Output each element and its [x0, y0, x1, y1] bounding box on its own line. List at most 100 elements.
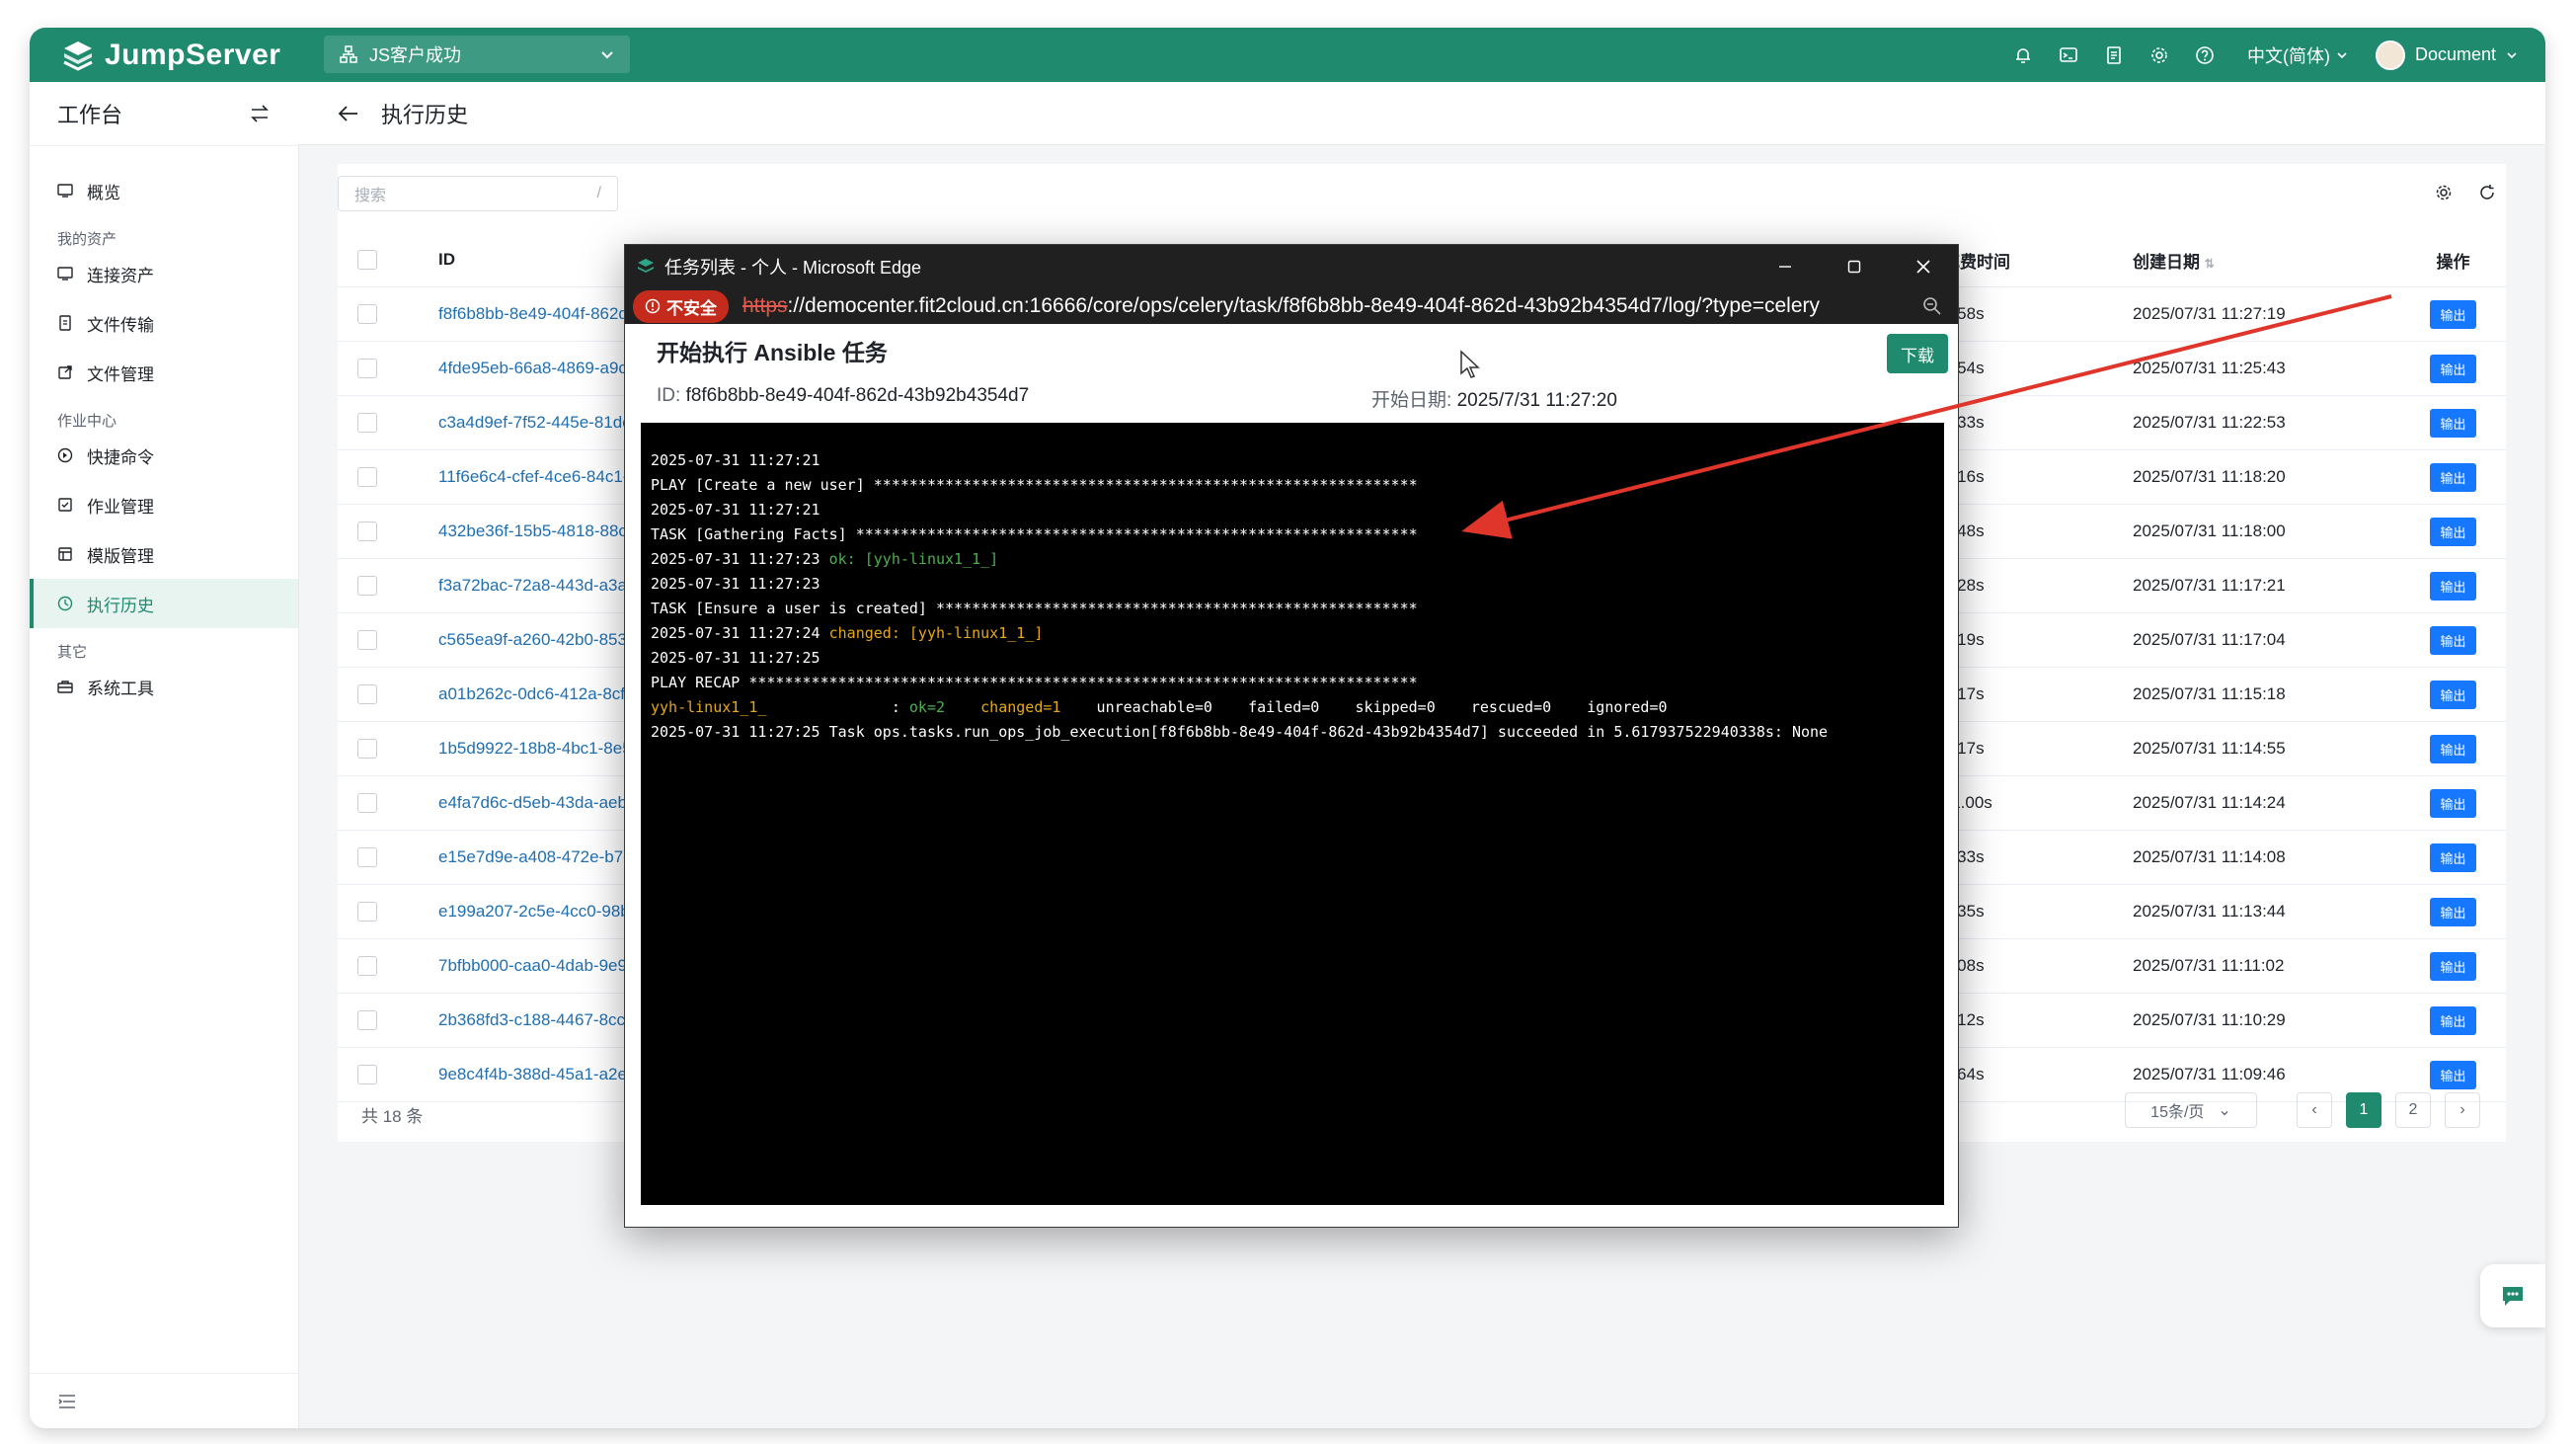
refresh-icon[interactable]: [2478, 184, 2496, 201]
row-id-link[interactable]: e4fa7d6c-d5eb-43da-aeba: [438, 793, 636, 812]
user-menu[interactable]: Document: [2375, 40, 2518, 70]
row-id-link[interactable]: e15e7d9e-a408-472e-b7e4: [438, 847, 642, 866]
sidebar-item-connect-assets[interactable]: 连接资产: [30, 249, 298, 298]
sidebar-item-template-manage[interactable]: 模版管理: [30, 529, 298, 579]
row-checkbox[interactable]: [357, 902, 377, 923]
row-checkbox[interactable]: [357, 684, 377, 705]
row-id-link[interactable]: a01b262c-0dc6-412a-8cfb: [438, 684, 634, 703]
row-id-link[interactable]: f3a72bac-72a8-443d-a3a1: [438, 576, 636, 595]
row-id-link[interactable]: 4fde95eb-66a8-4869-a9c7: [438, 359, 636, 377]
sidebar-item-file-transfer[interactable]: 文件传输: [30, 298, 298, 348]
help-icon[interactable]: [2194, 44, 2216, 66]
maximize-icon[interactable]: [1820, 245, 1889, 288]
row-created: 2025/07/31 11:11:02: [2132, 938, 2400, 994]
row-checkbox[interactable]: [357, 956, 377, 977]
next-page-button[interactable]: ›: [2445, 1092, 2480, 1128]
sidebar-item-label: 作业管理: [87, 497, 154, 517]
output-button[interactable]: 输出: [2430, 680, 2476, 709]
settings-icon[interactable]: [2435, 184, 2453, 201]
row-checkbox[interactable]: [357, 1065, 377, 1085]
collapse-menu-icon[interactable]: [57, 1392, 77, 1411]
row-checkbox[interactable]: [357, 521, 377, 542]
row-id-link[interactable]: f8f6b8bb-8e49-404f-862d: [438, 304, 628, 323]
sidebar-item-overview[interactable]: 概览: [30, 166, 298, 215]
output-button[interactable]: 输出: [2430, 788, 2476, 818]
row-id-link[interactable]: c3a4d9ef-7f52-445e-81dc: [438, 413, 631, 432]
row-id-link[interactable]: 9e8c4f4b-388d-45a1-a2e8: [438, 1065, 636, 1083]
terminal-icon[interactable]: [2058, 44, 2079, 66]
row-id-link[interactable]: 432be36f-15b5-4818-88c5: [438, 521, 636, 540]
row-actions: 输出: [2400, 286, 2506, 342]
row-checkbox[interactable]: [357, 630, 377, 651]
output-button[interactable]: 输出: [2430, 299, 2476, 329]
page-size-select[interactable]: 15条/页 ⌄: [2125, 1092, 2257, 1128]
chat-button[interactable]: [2480, 1264, 2545, 1327]
output-button[interactable]: 输出: [2430, 571, 2476, 601]
window-titlebar: 任务列表 - 个人 - Microsoft Edge: [625, 245, 1958, 288]
close-icon[interactable]: [1889, 245, 1958, 288]
insecure-badge[interactable]: 不安全: [633, 289, 729, 323]
bell-icon[interactable]: [2012, 44, 2034, 66]
document-icon[interactable]: [2103, 44, 2125, 66]
settings-icon[interactable]: [2148, 44, 2170, 66]
row-checkbox[interactable]: [357, 413, 377, 434]
zoom-icon[interactable]: [1922, 296, 1942, 316]
monitor-icon: [57, 267, 73, 281]
avatar: [2375, 40, 2405, 70]
row-id-link[interactable]: 7bfbb000-caa0-4dab-9e96: [438, 956, 636, 975]
output-button[interactable]: 输出: [2430, 1060, 2476, 1089]
log-line: PLAY [Create a new user] ***************…: [651, 473, 1934, 498]
row-id-link[interactable]: e199a207-2c5e-4cc0-98be: [438, 902, 639, 921]
output-button[interactable]: 输出: [2430, 354, 2476, 383]
recap-ok: ok=2: [908, 698, 946, 716]
sidebar-item-execution-history[interactable]: 执行历史: [30, 579, 298, 628]
select-all-checkbox[interactable]: [357, 250, 377, 271]
address-bar[interactable]: 不安全 https://democenter.fit2cloud.cn:1666…: [625, 288, 1958, 324]
output-button[interactable]: 输出: [2430, 462, 2476, 492]
row-checkbox[interactable]: [357, 739, 377, 760]
row-id-link[interactable]: 11f6e6c4-cfef-4ce6-84c1-6: [438, 467, 638, 486]
row-id-link[interactable]: 1b5d9922-18b8-4bc1-8e5: [438, 739, 632, 758]
output-button[interactable]: 输出: [2430, 408, 2476, 438]
switch-icon[interactable]: [249, 103, 271, 124]
output-button[interactable]: 输出: [2430, 1005, 2476, 1035]
prev-page-button[interactable]: ‹: [2297, 1092, 2332, 1128]
org-selector[interactable]: JS客户成功: [324, 36, 630, 73]
output-button[interactable]: 输出: [2430, 951, 2476, 981]
row-id-link[interactable]: c565ea9f-a260-42b0-8537: [438, 630, 636, 649]
row-checkbox[interactable]: [357, 304, 377, 325]
row-checkbox[interactable]: [357, 793, 377, 814]
row-duration: 4.33s: [1942, 395, 2132, 450]
output-button[interactable]: 输出: [2430, 897, 2476, 926]
column-created[interactable]: 创建日期 ⇅: [2132, 233, 2400, 287]
download-button[interactable]: 下载: [1887, 334, 1948, 373]
row-checkbox[interactable]: [357, 359, 377, 379]
row-actions: 输出: [2400, 667, 2506, 722]
back-arrow-icon[interactable]: [338, 103, 359, 124]
row-select-cell: [338, 775, 437, 831]
log-text: 2025-07-31 11:27:25 Task ops.tasks.run_o…: [651, 723, 1829, 741]
page-2-button[interactable]: 2: [2395, 1092, 2431, 1128]
row-checkbox[interactable]: [357, 1010, 377, 1031]
row-id-link[interactable]: 2b368fd3-c188-4467-8cc2: [438, 1010, 634, 1029]
logo[interactable]: JumpServer: [61, 36, 280, 75]
row-checkbox[interactable]: [357, 467, 377, 488]
sidebar-item-file-manage[interactable]: 文件管理: [30, 348, 298, 397]
row-checkbox[interactable]: [357, 576, 377, 597]
minimize-icon[interactable]: [1751, 245, 1820, 288]
language-selector[interactable]: 中文(简体): [2247, 42, 2348, 68]
sidebar-item-system-tools[interactable]: 系统工具: [30, 662, 298, 711]
output-button[interactable]: 输出: [2430, 625, 2476, 655]
log-text: 2025-07-31 11:27:23: [651, 550, 829, 568]
url-scheme: https: [742, 294, 788, 317]
log-terminal[interactable]: 2025-07-31 11:27:21 PLAY [Create a new us…: [641, 423, 1944, 1205]
sidebar-item-quick-command[interactable]: 快捷命令: [30, 431, 298, 480]
sidebar-item-job-manage[interactable]: 作业管理: [30, 480, 298, 529]
output-button[interactable]: 输出: [2430, 842, 2476, 872]
row-checkbox[interactable]: [357, 847, 377, 868]
history-icon: [57, 596, 73, 611]
search-input[interactable]: 搜索 /: [338, 176, 618, 211]
page-1-button[interactable]: 1: [2346, 1092, 2381, 1128]
output-button[interactable]: 输出: [2430, 517, 2476, 546]
output-button[interactable]: 输出: [2430, 734, 2476, 763]
